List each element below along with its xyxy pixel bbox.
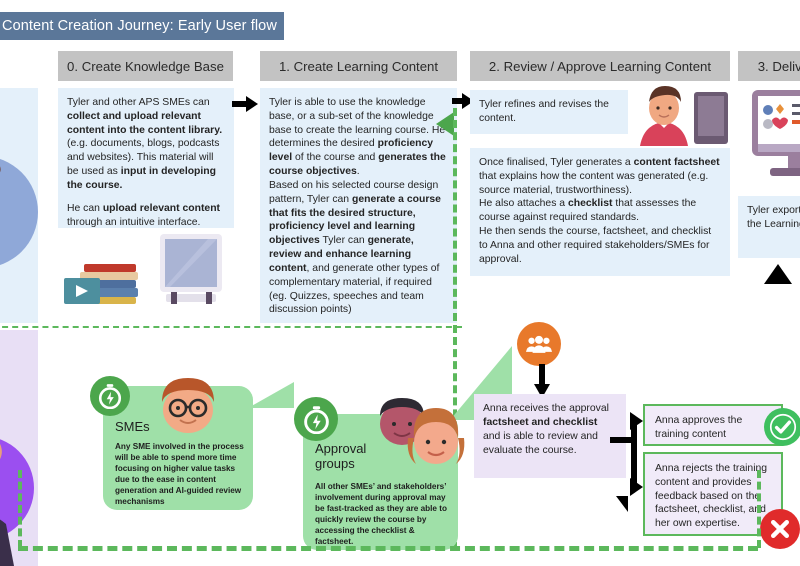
card-knowledge-base-text: Tyler and other APS SMEs can collect and…	[58, 88, 234, 228]
text-run: of the course and	[292, 152, 379, 164]
avatar-illustration-left-top	[0, 158, 38, 266]
text-run-bold: factsheet and checklist	[483, 416, 598, 428]
arrow-to-reject-box	[630, 478, 643, 496]
paragraph: Anna receives the approval factsheet and…	[483, 402, 617, 458]
text-run: Anna receives the approval	[483, 403, 609, 414]
column-header-create-learning-content: 1. Create Learning Content	[260, 51, 457, 81]
lane-divider-dashed	[0, 326, 462, 328]
callout-body: Any SME involved in the process will be …	[115, 441, 244, 506]
text-run: He can	[67, 202, 103, 214]
stopwatch-bolt-icon	[294, 397, 338, 441]
decision-box-approve: Anna approves the training content	[643, 404, 783, 446]
paragraph: Tyler and other APS SMEs can collect and…	[67, 96, 225, 193]
column-header-review-approve: 2. Review / Approve Learning Content	[470, 51, 730, 81]
x-circle-icon	[760, 509, 800, 549]
column-header-deliver-learning-content: 3. Deliver Learning Content	[738, 51, 800, 81]
text-run: Tyler and other APS SMEs can	[67, 97, 210, 108]
paragraph: Anna approves the training content	[655, 415, 743, 440]
paragraph: Tyler refines and revises the content.	[479, 99, 609, 124]
callout-tail-smes	[248, 382, 294, 408]
approval-group-avatars-illustration	[380, 398, 465, 464]
paragraph: Tyler exports the course in a format for…	[747, 205, 800, 230]
text-run: Tyler can	[319, 235, 368, 247]
sme-avatar-illustration	[162, 378, 214, 433]
feedback-path-bottom	[18, 546, 758, 551]
feedback-loop-arrow	[436, 112, 454, 136]
column-header-label: 2. Review / Approve Learning Content	[488, 58, 712, 74]
card-factsheet-checklist: Once finalised, Tyler generates a conten…	[470, 148, 730, 276]
card-learning-content-text: Tyler is able to use the knowledge base,…	[260, 88, 457, 323]
page-title-bar: Content Creation Journey: Early User flo…	[0, 12, 284, 40]
card-export-course: Tyler exports the course in a format for…	[738, 196, 800, 258]
paragraph: Anna rejects the training content and pr…	[655, 463, 768, 530]
feedback-path-left	[18, 470, 22, 548]
flow-diagram-canvas: Content Creation Journey: Early User flo…	[0, 0, 800, 566]
column-header-label: 3. Deliver Learning Content	[757, 58, 800, 74]
text-run: Once finalised, Tyler generates a	[479, 157, 634, 168]
text-run: that explains how the content was genera…	[479, 170, 709, 196]
paragraph: He also attaches a checklist that assess…	[479, 197, 721, 225]
page-title: Content Creation Journey: Early User flo…	[2, 18, 277, 34]
text-run-bold: content factsheet	[633, 157, 720, 168]
text-run: through an intuitive interface.	[67, 216, 201, 228]
text-run-bold: collect and upload relevant content into…	[67, 110, 223, 136]
text-run-bold: checklist	[567, 198, 613, 210]
paragraph: Once finalised, Tyler generates a conten…	[479, 156, 721, 197]
arrow-to-approve-box	[630, 412, 643, 430]
stopwatch-bolt-icon	[90, 376, 130, 416]
feedback-path-right	[757, 470, 761, 548]
text-run: .	[356, 166, 360, 178]
group-people-icon	[517, 322, 561, 366]
arrow-deliver-down	[764, 264, 792, 284]
paragraph: He can upload relevant content through a…	[67, 202, 225, 230]
callout-body: All other SMEs’ and stakeholders’ involv…	[315, 482, 447, 547]
card-anna-receives: Anna receives the approval factsheet and…	[474, 394, 626, 478]
card-refine-revise: Tyler refines and revises the content.	[470, 90, 628, 134]
avatar-illustration-left-bottom	[0, 439, 34, 566]
text-run-bold: upload relevant content	[102, 202, 221, 214]
paragraph: Tyler is able to use the knowledge base,…	[269, 96, 448, 179]
column-header-label: 0. Create Knowledge Base	[67, 58, 224, 74]
delivery-monitor-illustration	[752, 90, 800, 176]
text-run: He also attaches a	[479, 198, 568, 210]
branch-connector-stem	[631, 422, 637, 486]
books-and-video-illustration	[64, 264, 138, 304]
column-header-label: 1. Create Learning Content	[278, 58, 439, 74]
text-run: and is able to review and evaluate the c…	[483, 430, 598, 456]
monitor-illustration	[160, 234, 222, 304]
paragraph: Based on his selected course design patt…	[269, 179, 448, 317]
column-header-create-knowledge-base: 0. Create Knowledge Base	[58, 51, 233, 81]
paragraph: He then sends the course, factsheet, and…	[479, 226, 712, 265]
person-at-desk-illustration	[640, 86, 728, 146]
check-circle-icon	[764, 408, 800, 446]
